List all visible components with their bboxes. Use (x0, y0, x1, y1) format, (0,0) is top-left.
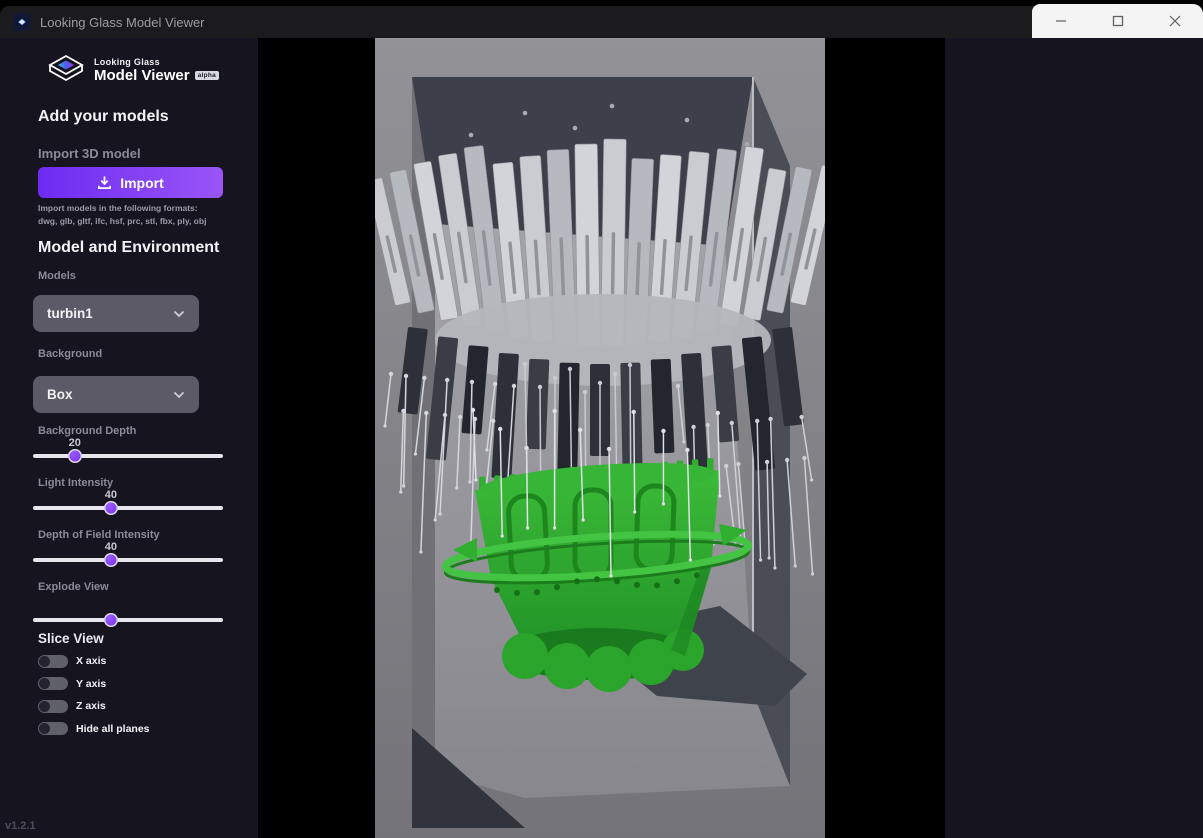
slider-label: Background Depth (38, 425, 136, 437)
slider-track[interactable] (33, 618, 223, 622)
right-panel-region: Hierarchy turbin1 ‚0 (2) Diameter Hole1B… (945, 38, 1203, 838)
import-3d-model-label: Import 3D model (38, 146, 141, 161)
supported-formats-text: Import models in the following formats: … (38, 202, 206, 228)
toggle-switch[interactable] (38, 677, 68, 690)
alpha-badge: alpha (195, 71, 219, 80)
background-label: Background (38, 348, 102, 360)
slider-background-depth: Background Depth20 (0, 424, 258, 476)
chevron-down-icon (173, 310, 185, 318)
looking-glass-logo-icon (47, 54, 85, 86)
slider-value: 40 (96, 489, 126, 501)
toggle-row-x-axis: X axis (38, 650, 150, 673)
slider-light-intensity: Light Intensity40 (0, 476, 258, 528)
toggle-knob (39, 656, 50, 667)
toggle-label: Y axis (76, 678, 106, 690)
slider-value: 40 (96, 541, 126, 553)
model-environment-heading: Model and Environment (38, 239, 219, 257)
add-models-heading: Add your models (38, 108, 169, 126)
app-version: v1.2.1 (5, 820, 36, 832)
slice-view-toggles: X axis Y axis Z axis Hide all planes (38, 650, 150, 740)
window-title: Looking Glass Model Viewer (40, 15, 205, 30)
background-dropdown[interactable]: Box (33, 376, 199, 413)
slider-thumb[interactable] (104, 613, 118, 627)
slider-label: Explode View (38, 581, 109, 593)
toggle-row-y-axis: Y axis (38, 673, 150, 696)
slice-view-heading: Slice View (38, 631, 104, 646)
close-button[interactable] (1156, 8, 1194, 34)
slider-thumb[interactable] (104, 501, 118, 515)
toggle-label: Hide all planes (76, 723, 150, 735)
toggle-row-hide-all-planes: Hide all planes (38, 718, 150, 741)
brand-line1: Looking Glass (94, 57, 219, 67)
slider-value: 20 (60, 437, 90, 449)
chevron-down-icon (173, 391, 185, 399)
toggle-switch[interactable] (38, 700, 68, 713)
slider-track[interactable] (33, 506, 223, 510)
viewport-background (258, 38, 945, 838)
download-icon (97, 175, 112, 190)
toggle-knob (39, 723, 50, 734)
models-dropdown-value: turbin1 (47, 306, 173, 321)
slider-thumb[interactable] (68, 449, 82, 463)
title-bar[interactable]: Looking Glass Model Viewer (0, 6, 1203, 38)
slider-track[interactable] (33, 558, 223, 562)
minimize-button[interactable] (1042, 8, 1080, 34)
maximize-button[interactable] (1099, 8, 1137, 34)
toggle-switch[interactable] (38, 722, 68, 735)
slider-label: Depth of Field Intensity (38, 529, 160, 541)
viewport-3d-render[interactable] (375, 38, 825, 838)
slider-depth-of-field-intensity: Depth of Field Intensity40 (0, 528, 258, 580)
sidebar: Looking Glass Model Viewer alpha Add you… (0, 38, 258, 838)
app-window: Looking Glass Model Viewer Looking Glass (0, 0, 1203, 838)
brand-line2: Model Viewer (94, 67, 190, 84)
brand-logo: Looking Glass Model Viewer alpha (47, 54, 219, 86)
app-logo-icon (13, 13, 31, 31)
slider-label: Light Intensity (38, 477, 113, 489)
toggle-row-z-axis: Z axis (38, 695, 150, 718)
toggle-knob (39, 701, 50, 712)
toggle-label: Z axis (76, 700, 106, 712)
slider-track[interactable] (33, 454, 223, 458)
slider-group: Background Depth20Light Intensity40Depth… (0, 424, 258, 640)
import-button-label: Import (120, 175, 164, 191)
background-dropdown-value: Box (47, 387, 173, 402)
import-button[interactable]: Import (38, 167, 223, 198)
overlay-window-titlebar (1032, 4, 1203, 38)
toggle-knob (39, 678, 50, 689)
toggle-switch[interactable] (38, 655, 68, 668)
toggle-label: X axis (76, 655, 106, 667)
models-label: Models (38, 270, 76, 282)
models-dropdown[interactable]: turbin1 (33, 295, 199, 332)
turbine-exploded-render (375, 38, 825, 838)
slider-thumb[interactable] (104, 553, 118, 567)
